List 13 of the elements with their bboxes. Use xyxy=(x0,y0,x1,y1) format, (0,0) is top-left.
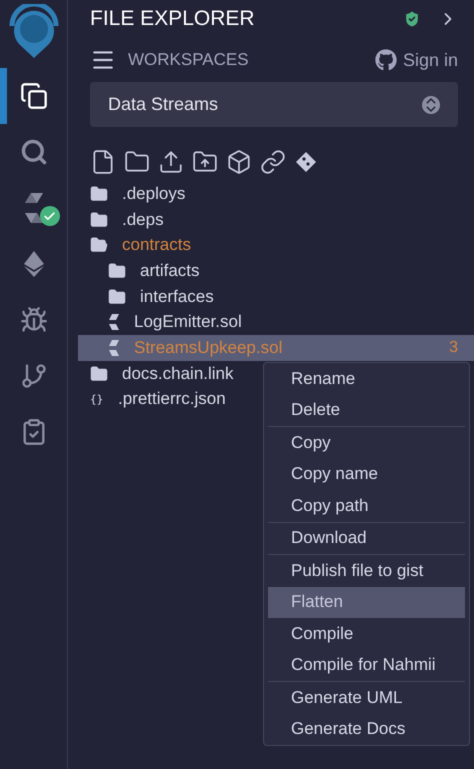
panel-title: FILE EXPLORER xyxy=(90,7,256,31)
file-name: .prettierrc.json xyxy=(118,389,226,410)
file-name: .deps xyxy=(122,210,164,230)
file-name: contracts xyxy=(122,235,191,256)
file-name: artifacts xyxy=(140,260,200,281)
json-file-icon: {} xyxy=(90,392,104,406)
problem-count: 3 xyxy=(449,338,458,357)
file-name: interfaces xyxy=(140,286,214,307)
section-label: WORKSPACES xyxy=(128,50,250,70)
file-name: StreamsUpkeep.sol xyxy=(134,338,282,358)
file-name: LogEmitter.sol xyxy=(134,312,242,332)
file-name: docs.chain.link xyxy=(122,364,234,384)
file-name: .deploys xyxy=(122,184,186,204)
